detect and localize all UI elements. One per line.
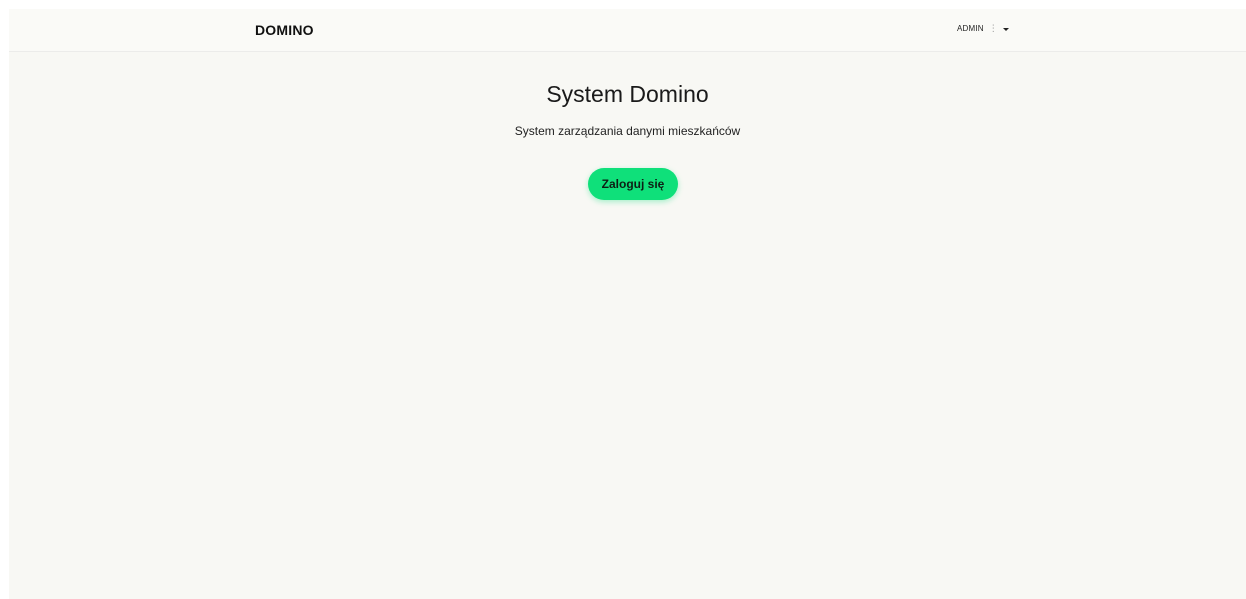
vertical-dots-icon: ⋮ — [988, 23, 998, 33]
top-navbar: DOMINO ADMIN ⋮ — [9, 9, 1246, 52]
login-button[interactable]: Zaloguj się — [588, 168, 678, 200]
user-menu-dropdown[interactable]: ADMIN ⋮ — [957, 24, 1009, 33]
app-frame: DOMINO ADMIN ⋮ System Domino System zarz… — [9, 9, 1246, 599]
user-name-label: ADMIN — [957, 24, 984, 33]
caret-down-icon — [1002, 27, 1009, 31]
brand-logo[interactable]: DOMINO — [255, 22, 314, 38]
page-subtitle: System zarządzania danymi mieszkańców — [514, 124, 741, 138]
page-title: System Domino — [546, 81, 709, 107]
